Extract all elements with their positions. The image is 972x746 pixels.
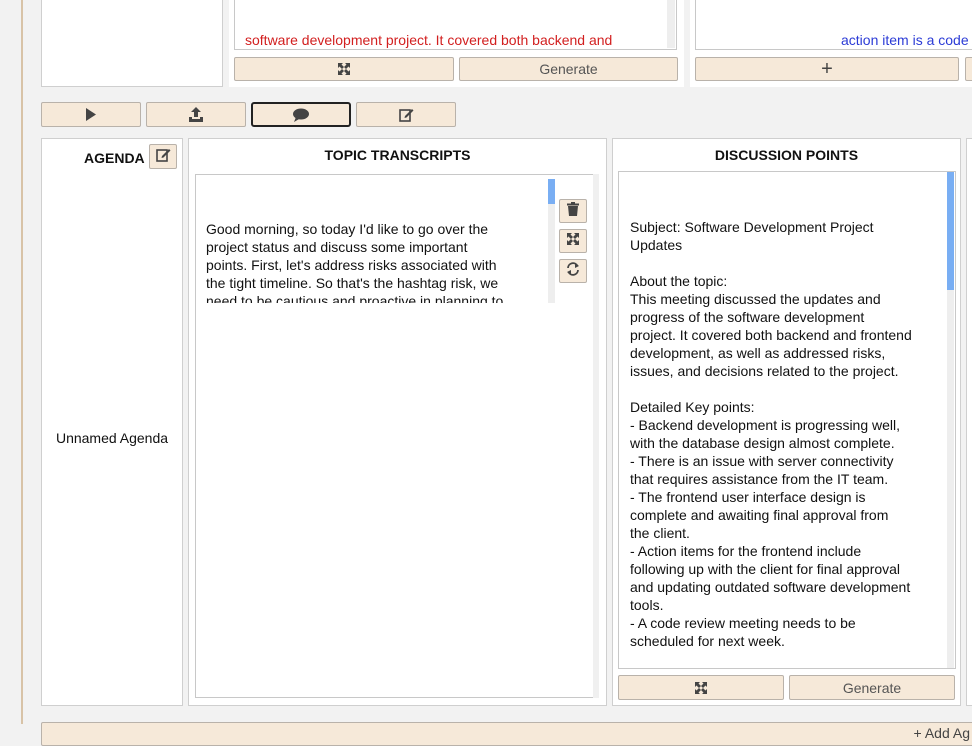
transcripts-textarea[interactable]: Good morning, so today I'd like to go ov… [196,183,544,303]
top-actions-text: action item is a code to be scheduled fo… [841,32,969,48]
left-divider-line [21,0,23,724]
transcripts-refresh-button[interactable] [559,259,587,283]
discussion-text: Subject: Software Development Project Up… [630,219,912,649]
transcripts-outer-scrollbar[interactable] [593,174,599,698]
upload-icon [188,107,204,122]
top-summary-text: software development project. It covered… [245,32,613,48]
next-panel-edge [966,138,972,706]
transcripts-title: TOPIC TRANSCRIPTS [324,147,471,163]
top-summary-textbox[interactable]: software development project. It covered… [234,0,677,50]
discussion-title: DISCUSSION POINTS [714,147,859,163]
chat-button[interactable] [251,102,351,127]
discussion-expand-button[interactable] [618,675,784,700]
discussion-scroll-thumb[interactable] [947,172,954,290]
top-actions-textbox[interactable]: action item is a code to be scheduled fo… [695,0,972,50]
play-button[interactable] [41,102,141,127]
chat-icon [293,108,309,122]
agenda-panel: AGENDA Unnamed Agenda [41,138,183,706]
top-add-button[interactable]: + [695,57,959,81]
discussion-scrollbar[interactable] [947,172,954,668]
discussion-generate-button[interactable]: Generate [789,675,955,700]
edit-icon [155,147,171,167]
agenda-title: AGENDA [84,150,145,166]
expand-icon [566,232,580,251]
top-extra-button[interactable] [965,57,972,81]
top-expand-button[interactable] [234,57,454,81]
upload-button[interactable] [146,102,246,127]
transcripts-scroll-thumb[interactable] [548,179,555,204]
top-left-panel [41,0,223,87]
transcripts-text: Good morning, so today I'd like to go ov… [206,221,504,303]
agenda-edit-button[interactable] [149,144,177,169]
expand-icon [337,62,351,76]
transcripts-delete-button[interactable] [559,199,587,223]
refresh-icon [566,261,580,281]
transcripts-scrollbar[interactable] [548,179,555,303]
trash-icon [567,201,579,221]
edit-icon [398,107,414,122]
top-summary-scrollbar[interactable] [667,0,675,48]
play-icon [85,108,97,121]
top-generate-button[interactable]: Generate [459,57,678,81]
expand-icon [694,681,708,695]
edit-button[interactable] [356,102,456,127]
transcripts-panel: TOPIC TRANSCRIPTS Good morning, so today… [188,138,607,706]
discussion-panel: DISCUSSION POINTS Subject: Software Deve… [612,138,961,706]
plus-icon: + [821,57,833,80]
transcripts-expand-button[interactable] [559,229,587,253]
agenda-name[interactable]: Unnamed Agenda [42,430,182,446]
discussion-textarea[interactable]: Subject: Software Development Project Up… [618,171,956,669]
add-agenda-label: + Add Ag [913,725,970,741]
add-agenda-button[interactable]: + Add Ag [41,722,972,746]
